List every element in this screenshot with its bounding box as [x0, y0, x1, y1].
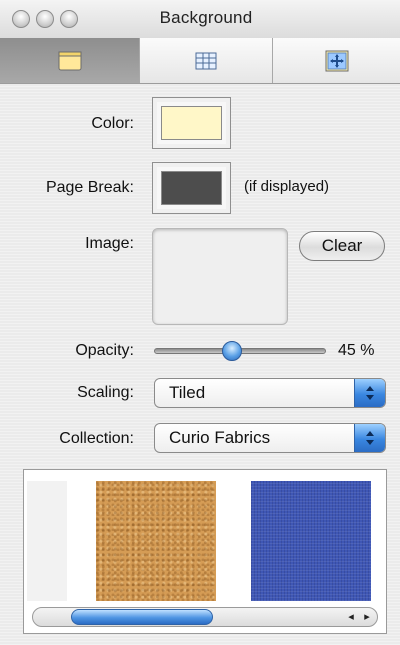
- scroll-left-icon[interactable]: ◂: [343, 609, 359, 625]
- move-arrows-icon: [325, 50, 348, 71]
- image-label: Image:: [85, 235, 134, 252]
- collection-popup[interactable]: Curio Fabrics: [154, 423, 386, 453]
- page-break-note: (if displayed): [244, 178, 330, 195]
- clear-button[interactable]: Clear: [299, 231, 385, 261]
- texture-swatch-white[interactable]: [27, 481, 67, 601]
- image-drop-well[interactable]: [152, 228, 288, 325]
- tab-table[interactable]: [140, 38, 273, 83]
- window-title-text: Background: [159, 8, 253, 27]
- tab-layout[interactable]: [273, 38, 400, 83]
- texture-swatch-tan[interactable]: [96, 481, 216, 601]
- scaling-popup-value: Tiled: [169, 383, 206, 402]
- texture-swatch-blue[interactable]: [251, 481, 371, 601]
- gallery-horizontal-scrollbar[interactable]: ◂ ▸: [32, 607, 378, 627]
- scaling-label: Scaling:: [77, 384, 134, 401]
- opacity-slider-thumb[interactable]: [222, 341, 242, 361]
- background-inspector-window: Background Color: Page Break: (if displa…: [0, 0, 400, 645]
- tab-background[interactable]: [0, 38, 140, 83]
- page-break-swatch: [161, 171, 222, 205]
- page-break-well[interactable]: [152, 162, 231, 214]
- scaling-popup[interactable]: Tiled: [154, 378, 386, 408]
- color-label: Color:: [91, 115, 134, 132]
- collection-popup-value: Curio Fabrics: [169, 428, 271, 447]
- gallery-scroll-thumb[interactable]: [71, 609, 213, 625]
- opacity-value: 45 %: [338, 342, 375, 359]
- window-title: Background: [0, 8, 400, 28]
- color-well[interactable]: [152, 97, 231, 149]
- texture-gallery: ◂ ▸: [23, 469, 387, 634]
- title-bar: Background: [0, 0, 400, 39]
- inspector-toolbar: [0, 38, 400, 84]
- updown-chevrons-icon: [366, 386, 374, 400]
- collection-label: Collection:: [59, 430, 134, 447]
- collection-popup-arrows: [354, 424, 385, 452]
- opacity-label: Opacity:: [75, 342, 134, 359]
- color-swatch: [161, 106, 222, 140]
- scaling-popup-arrows: [354, 379, 385, 407]
- background-swatch-icon: [58, 51, 81, 70]
- table-grid-icon: [195, 52, 217, 69]
- updown-chevrons-icon: [366, 431, 374, 445]
- page-break-label: Page Break:: [45, 179, 134, 196]
- scroll-right-icon[interactable]: ▸: [359, 609, 375, 625]
